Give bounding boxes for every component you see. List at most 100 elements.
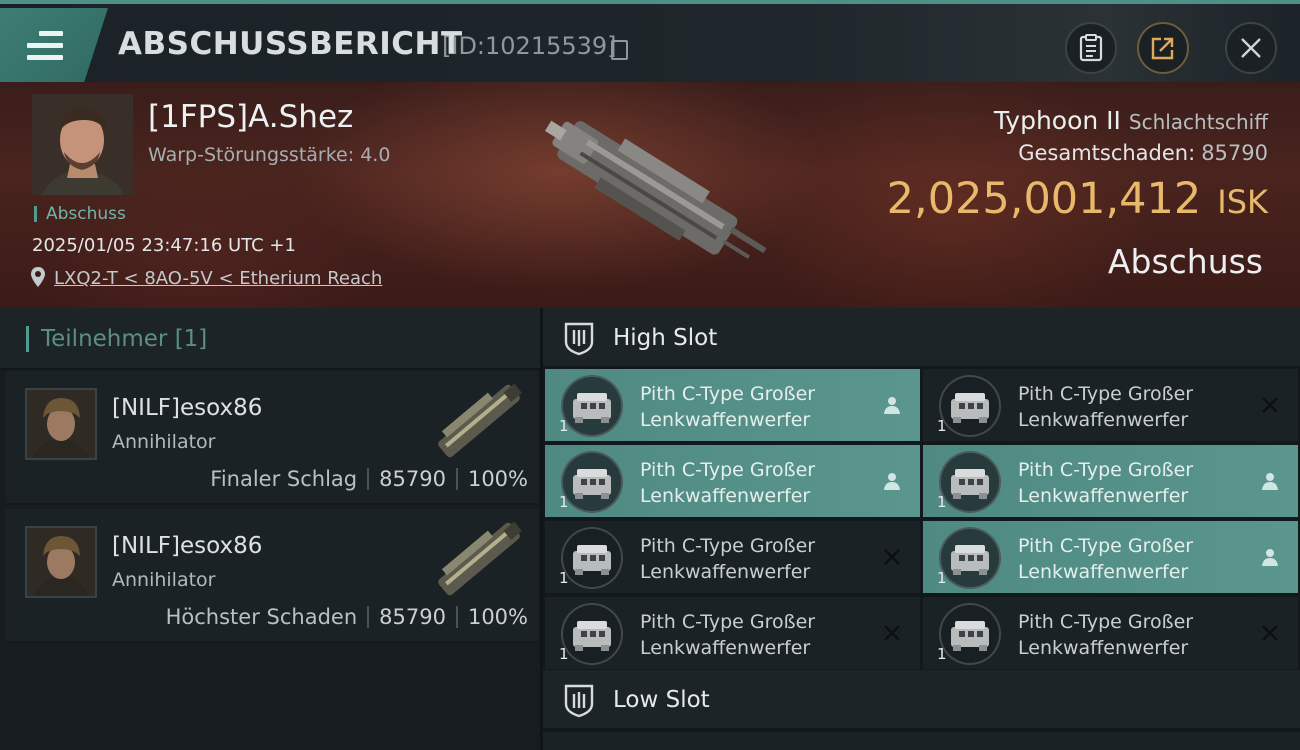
participant-card[interactable]: [NILF]esox86 Annihilator Höchster Schade… <box>6 509 538 643</box>
participant-name[interactable]: [NILF]esox86 <box>112 533 262 559</box>
module-item[interactable]: 1 Pith C-Type Großer Lenkwaffenwerfer <box>923 521 1298 593</box>
participants-header: Teilnehmer [1] <box>0 308 540 370</box>
module-item[interactable]: 1 Pith C-Type Großer Lenkwaffenwerfer <box>545 369 920 441</box>
close-button[interactable] <box>1225 22 1277 74</box>
kill-timestamp: 2025/01/05 23:47:16 UTC +1 <box>32 235 296 256</box>
total-damage-label: Gesamtschaden: <box>1018 141 1196 165</box>
isk-value: 2,025,001,412 ISK <box>887 174 1268 224</box>
ship-name: Typhoon II <box>993 106 1121 135</box>
ship-class: Schlachtschiff <box>1128 110 1268 134</box>
clipboard-icon <box>1079 34 1103 62</box>
participant-name[interactable]: [NILF]esox86 <box>112 395 262 421</box>
isk-unit: ISK <box>1217 183 1268 221</box>
location-pin-icon <box>31 267 45 287</box>
module-name: Pith C-Type Großer Lenkwaffenwerfer <box>640 383 816 431</box>
participant-stats: Höchster Schaden 85790 100% <box>166 605 528 629</box>
participant-role: Höchster Schaden <box>165 605 358 629</box>
copy-icon[interactable] <box>611 40 628 60</box>
killmail-id: [ID:10215539] <box>442 32 617 60</box>
participant-avatar[interactable] <box>25 526 97 598</box>
missile-launcher-icon <box>939 375 1001 437</box>
person-icon <box>1260 471 1280 491</box>
person-icon <box>882 395 902 415</box>
module-item[interactable]: 1 Pith C-Type Großer Lenkwaffenwerfer <box>923 445 1298 517</box>
victim-avatar[interactable] <box>32 94 133 195</box>
kill-result: Abschuss <box>1107 242 1263 281</box>
module-name: Pith C-Type Großer Lenkwaffenwerfer <box>1018 611 1194 659</box>
module-name: Pith C-Type Großer Lenkwaffenwerfer <box>1018 459 1194 507</box>
missile-launcher-icon <box>939 527 1001 589</box>
module-quantity: 1 <box>559 493 569 511</box>
x-icon <box>882 547 902 567</box>
victim-name[interactable]: [1FPS]A.Shez <box>148 99 353 135</box>
participant-ship: Annihilator <box>112 431 216 453</box>
module-quantity: 1 <box>937 417 947 435</box>
module-quantity: 1 <box>559 417 569 435</box>
isk-amount: 2,025,001,412 <box>886 174 1202 224</box>
person-icon <box>882 471 902 491</box>
divider <box>367 606 370 628</box>
participants-title: Teilnehmer [1] <box>26 326 207 352</box>
menu-icon <box>27 31 63 61</box>
low-slot-header: Low Slot <box>543 670 1300 730</box>
participant-card[interactable]: [NILF]esox86 Annihilator Finaler Schlag … <box>6 371 538 505</box>
participant-avatar[interactable] <box>25 388 97 460</box>
warp-strength: Warp-Störungsstärke: 4.0 <box>148 144 391 166</box>
participant-percent: 100% <box>467 467 528 491</box>
missile-launcher-icon <box>561 603 623 665</box>
victim-ship-image[interactable] <box>510 98 790 288</box>
victim-ship-type[interactable]: Typhoon II Schlachtschiff <box>994 106 1268 135</box>
module-name: Pith C-Type Großer Lenkwaffenwerfer <box>640 611 816 659</box>
module-name: Pith C-Type Großer Lenkwaffenwerfer <box>640 535 816 583</box>
total-damage-value: 85790 <box>1201 141 1268 165</box>
kill-type-tag: Abschuss <box>34 206 126 223</box>
participant-ship: Annihilator <box>112 569 216 591</box>
close-icon <box>1241 38 1261 58</box>
missile-launcher-icon <box>561 451 623 513</box>
export-icon <box>1151 37 1174 60</box>
participant-ship-image[interactable] <box>424 375 534 467</box>
x-icon <box>1260 623 1280 643</box>
module-item[interactable]: 1 Pith C-Type Großer Lenkwaffenwerfer <box>545 597 920 669</box>
module-name: Pith C-Type Großer Lenkwaffenwerfer <box>1018 535 1194 583</box>
missile-launcher-icon <box>561 527 623 589</box>
high-slot-icon <box>564 322 594 356</box>
page-title: ABSCHUSSBERICHT <box>118 26 463 62</box>
divider <box>455 468 458 490</box>
missile-launcher-icon <box>939 451 1001 513</box>
missile-launcher-icon <box>939 603 1001 665</box>
module-item[interactable]: 1 Pith C-Type Großer Lenkwaffenwerfer <box>923 369 1298 441</box>
module-name: Pith C-Type Großer Lenkwaffenwerfer <box>640 459 816 507</box>
low-slot-icon <box>564 684 594 718</box>
module-name: Pith C-Type Großer Lenkwaffenwerfer <box>1018 383 1194 431</box>
module-quantity: 1 <box>559 569 569 587</box>
low-slot-items-clipped <box>543 732 1300 750</box>
title-bar: ABSCHUSSBERICHT [ID:10215539] <box>0 0 1300 82</box>
module-quantity: 1 <box>937 645 947 663</box>
person-icon <box>1260 547 1280 567</box>
high-slot-title: High Slot <box>613 325 718 351</box>
participants-panel: Teilnehmer [1] [NILF]esox86 Annihilator … <box>0 308 540 750</box>
module-quantity: 1 <box>559 645 569 663</box>
participant-ship-image[interactable] <box>424 513 534 605</box>
low-slot-title: Low Slot <box>613 687 710 713</box>
victim-summary: [1FPS]A.Shez Warp-Störungsstärke: 4.0 Ab… <box>0 82 1300 308</box>
x-icon <box>882 623 902 643</box>
divider <box>455 606 458 628</box>
kill-location-link[interactable]: LXQ2-T < 8AO-5V < Etherium Reach <box>54 268 382 289</box>
module-item[interactable]: 1 Pith C-Type Großer Lenkwaffenwerfer <box>545 521 920 593</box>
module-quantity: 1 <box>937 493 947 511</box>
menu-button[interactable] <box>0 8 108 82</box>
module-item[interactable]: 1 Pith C-Type Großer Lenkwaffenwerfer <box>923 597 1298 669</box>
missile-launcher-icon <box>561 375 623 437</box>
export-button[interactable] <box>1137 22 1189 74</box>
x-icon <box>1260 395 1280 415</box>
participant-damage: 85790 <box>379 605 446 629</box>
module-quantity: 1 <box>937 569 947 587</box>
participant-damage: 85790 <box>379 467 446 491</box>
module-item[interactable]: 1 Pith C-Type Großer Lenkwaffenwerfer <box>545 445 920 517</box>
clipboard-button[interactable] <box>1065 22 1117 74</box>
participant-role: Finaler Schlag <box>210 467 358 491</box>
high-slot-header: High Slot <box>543 308 1300 368</box>
participant-stats: Finaler Schlag 85790 100% <box>210 467 528 491</box>
